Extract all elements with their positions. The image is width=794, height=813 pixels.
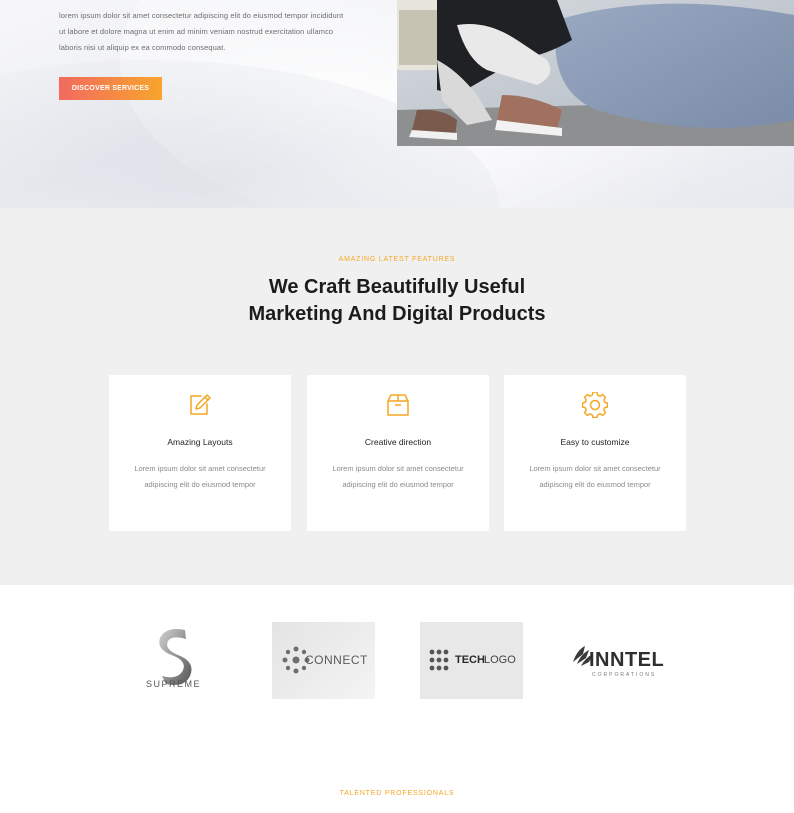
hero-description: lorem ipsum dolor sit amet consectetur a… bbox=[59, 11, 344, 52]
features-eyebrow: AMAZING LATEST FEATURES bbox=[338, 256, 456, 263]
logo-name: INNTEL bbox=[589, 649, 665, 671]
feature-card-description: Lorem ipsum dolor sit amet consectetur a… bbox=[134, 464, 266, 489]
connect-logo[interactable]: CONNECT bbox=[272, 622, 375, 699]
logo-name-light: LOGO bbox=[484, 654, 516, 666]
features-section: AMAZING LATEST FEATURES We Craft Beautif… bbox=[0, 208, 794, 585]
supreme-logo[interactable]: SUPREME bbox=[130, 622, 220, 699]
discover-services-button[interactable]: DISCOVER SERVICES bbox=[59, 77, 162, 100]
logo-name: SUPREME bbox=[146, 679, 202, 689]
feature-card-creative: Creative direction Lorem ipsum dolor sit… bbox=[307, 375, 489, 531]
professionals-eyebrow: TALENTED PROFESSIONALS bbox=[339, 790, 455, 797]
techlogo-grid-mark bbox=[429, 649, 449, 671]
techlogo-logo[interactable]: TECH LOGO bbox=[420, 622, 523, 699]
features-title-line1: We Craft Beautifully Useful bbox=[268, 276, 526, 298]
feature-card-layouts: Amazing Layouts Lorem ipsum dolor sit am… bbox=[109, 375, 291, 531]
page: lorem ipsum dolor sit amet consectetur a… bbox=[0, 0, 794, 813]
logo-name: CONNECT bbox=[305, 653, 368, 667]
edit-icon bbox=[187, 392, 213, 418]
feature-card-title: Easy to customize bbox=[560, 437, 630, 447]
feature-card-customize: Easy to customize Lorem ipsum dolor sit … bbox=[504, 375, 686, 531]
client-logos-section: SUPREME CONNECT TECH LOGO INNTEL CORPORA… bbox=[0, 585, 794, 813]
logo-subtitle: CORPORATIONS bbox=[592, 672, 657, 678]
feature-card-description: Lorem ipsum dolor sit amet consectetur a… bbox=[529, 464, 661, 489]
hero-section: lorem ipsum dolor sit amet consectetur a… bbox=[0, 0, 794, 208]
logo-name-bold: TECH bbox=[455, 654, 485, 666]
feature-card-title: Creative direction bbox=[364, 437, 432, 447]
feature-card-description: Lorem ipsum dolor sit amet consectetur a… bbox=[332, 464, 464, 489]
feature-card-title: Amazing Layouts bbox=[167, 437, 233, 447]
gear-icon bbox=[581, 391, 609, 419]
inntel-logo[interactable]: INNTEL CORPORATIONS bbox=[568, 622, 668, 699]
features-title-line2: Marketing And Digital Products bbox=[248, 303, 546, 325]
box-icon bbox=[385, 392, 411, 418]
features-title: We Craft Beautifully Useful Marketing An… bbox=[0, 274, 794, 328]
hero-photo bbox=[397, 0, 794, 146]
person-sitting-illustration bbox=[397, 0, 794, 146]
